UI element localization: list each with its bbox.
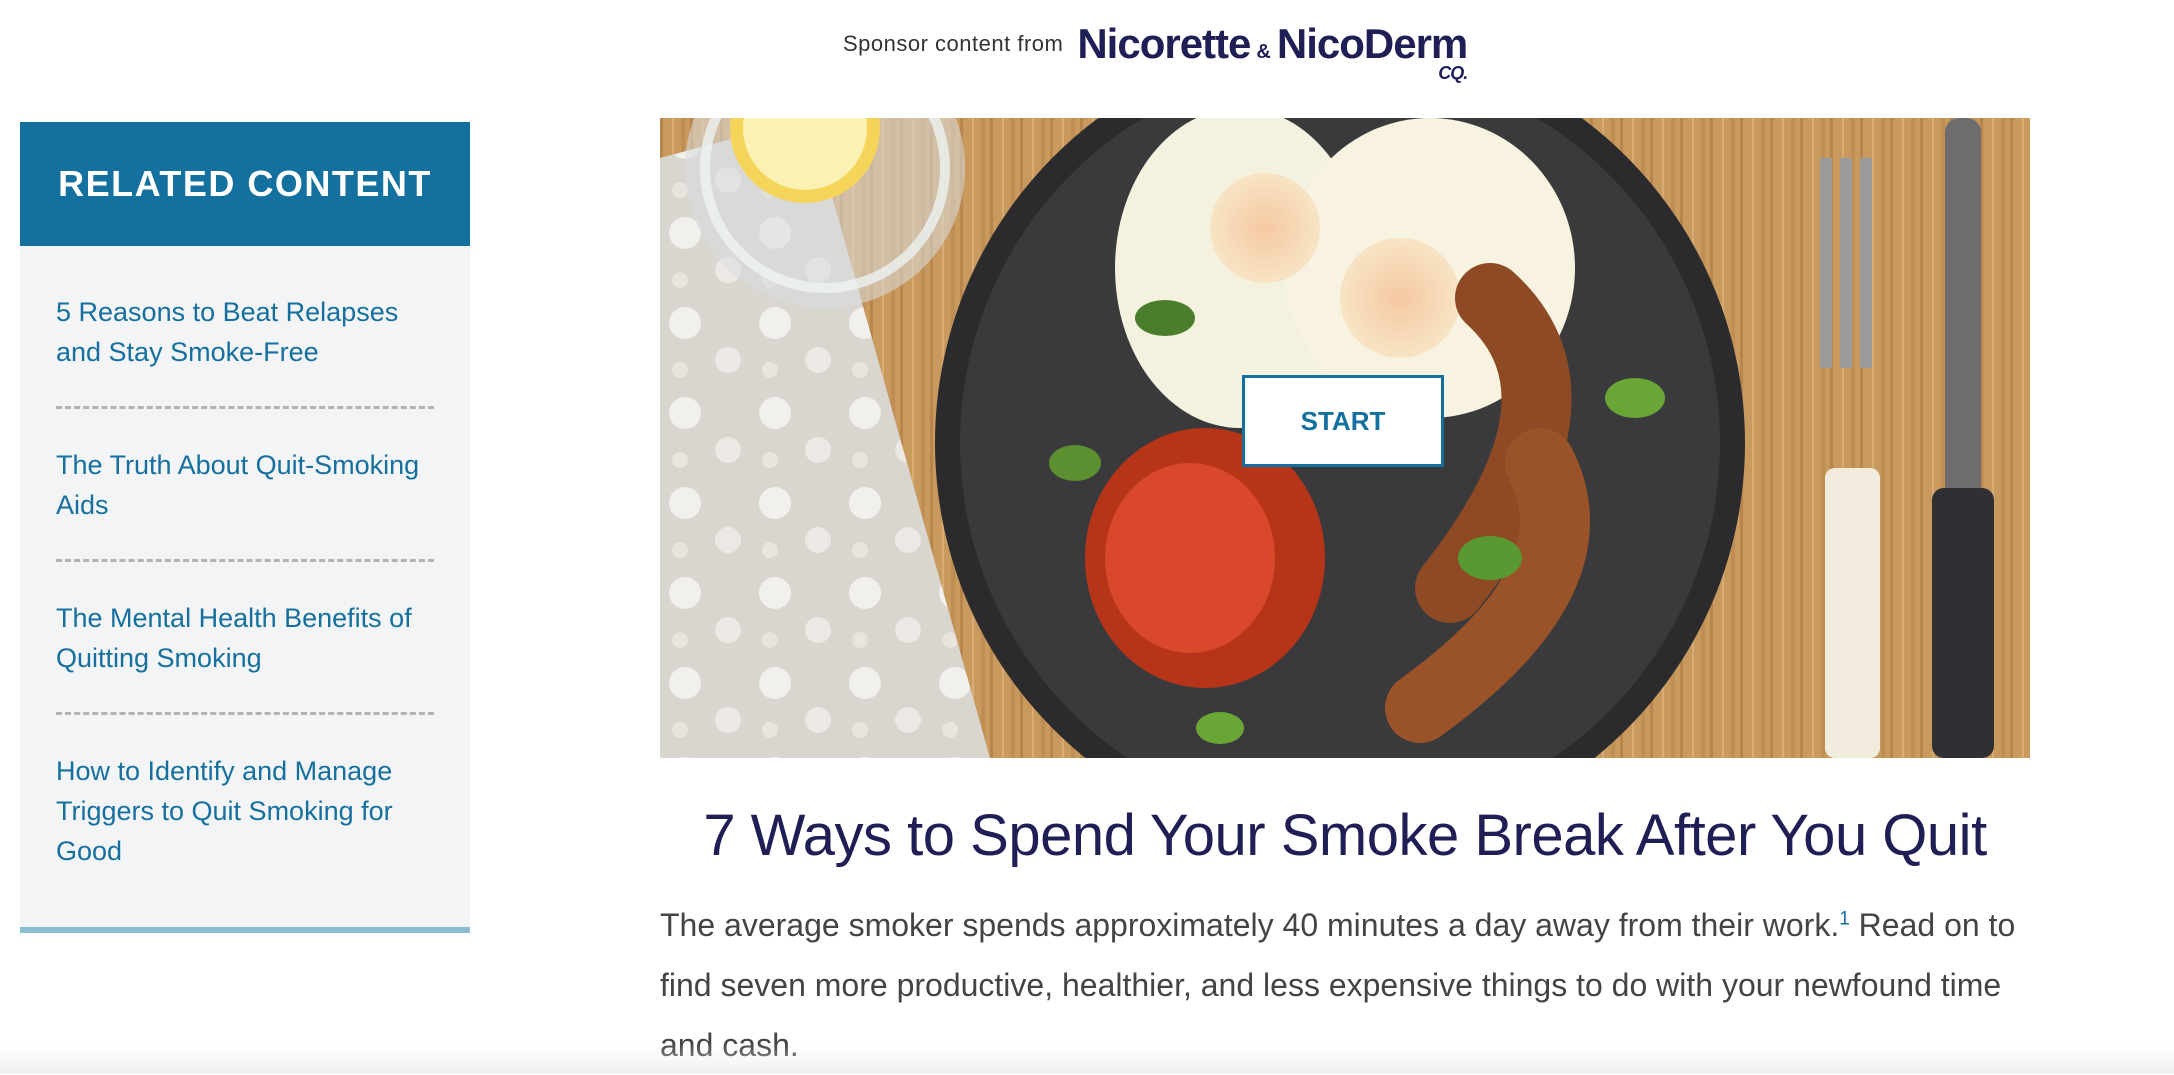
brand-nicorette: Nicorette [1077,20,1251,67]
intro-text-1: The average smoker spends approximately … [660,907,1840,943]
scroll-fade [0,1044,2174,1074]
sponsor-logo[interactable]: Nicorette & NicoDerm CQ. [1077,20,1468,83]
related-content-panel: RELATED CONTENT 5 Reasons to Beat Relaps… [20,122,470,933]
list-item: The Truth About Quit-Smoking Aids [56,409,434,559]
related-link-mental-health[interactable]: The Mental Health Benefits of Quitting S… [56,598,434,678]
list-item: How to Identify and Manage Triggers to Q… [56,715,434,905]
footnote-link[interactable]: 1 [1839,908,1850,929]
list-item: The Mental Health Benefits of Quitting S… [56,562,434,712]
related-list: 5 Reasons to Beat Relapses and Stay Smok… [20,246,470,905]
brand-ampersand: & [1256,41,1271,63]
related-link-quit-aids[interactable]: The Truth About Quit-Smoking Aids [56,445,434,525]
article-title: 7 Ways to Spend Your Smoke Break After Y… [703,803,1987,868]
list-item: 5 Reasons to Beat Relapses and Stay Smok… [56,246,434,406]
brand-cq: CQ. [1438,63,1468,83]
related-content-title: RELATED CONTENT [20,122,470,246]
sponsor-banner: Sponsor content from Nicorette & NicoDer… [843,14,1468,83]
hero-image: START [660,118,2030,758]
brand-nicoderm-text: NicoDerm [1276,20,1468,67]
related-link-triggers[interactable]: How to Identify and Manage Triggers to Q… [56,751,434,871]
brand-nicoderm: NicoDerm CQ. [1276,20,1468,83]
related-link-relapses[interactable]: 5 Reasons to Beat Relapses and Stay Smok… [56,292,434,372]
sponsor-label: Sponsor content from [843,31,1064,56]
start-button[interactable]: START [1242,375,1444,467]
